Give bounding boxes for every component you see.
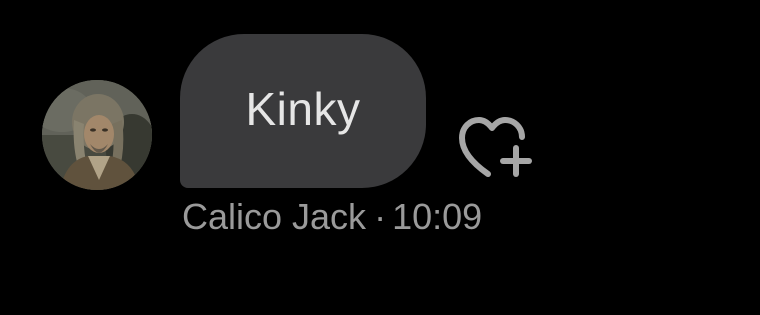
sender-name: Calico Jack bbox=[182, 196, 367, 237]
message-text: Kinky bbox=[245, 83, 361, 135]
meta-separator: · bbox=[374, 196, 387, 237]
message-bubble[interactable]: Kinky bbox=[180, 34, 426, 188]
add-reaction-button[interactable] bbox=[458, 114, 538, 182]
heart-plus-icon bbox=[459, 117, 532, 177]
message-timestamp: 10:09 bbox=[392, 196, 483, 237]
avatar-photo bbox=[42, 80, 152, 190]
avatar[interactable] bbox=[42, 80, 152, 190]
message-row: Kinky Calico Jack · 10:09 bbox=[0, 0, 760, 315]
message-meta: Calico Jack · 10:09 bbox=[182, 196, 482, 238]
